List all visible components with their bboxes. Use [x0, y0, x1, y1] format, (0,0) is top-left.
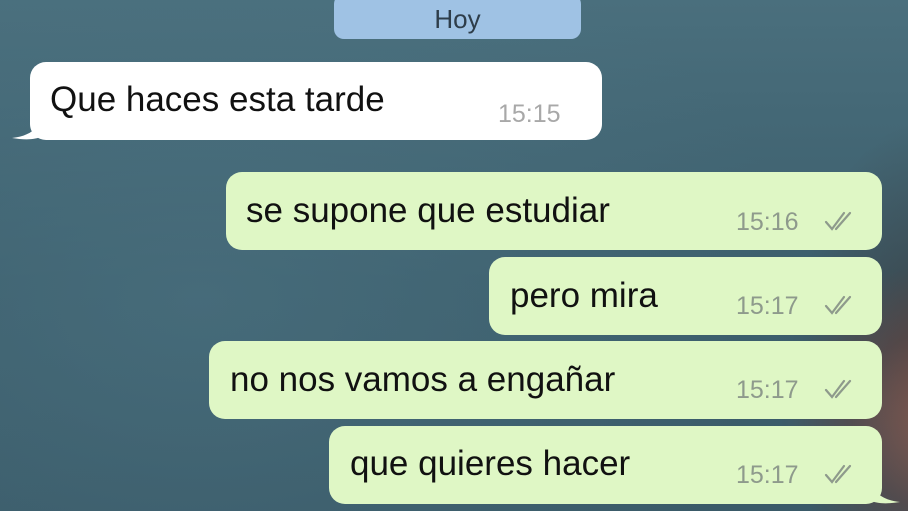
message-time: 15:17 [736, 461, 799, 489]
message-time: 15:16 [736, 208, 799, 236]
message-time: 15:17 [736, 292, 799, 320]
message-text: se supone que estudiar [246, 191, 610, 230]
double-check-icon [824, 379, 852, 399]
message-time: 15:15 [498, 100, 561, 128]
bubble-tail [12, 114, 42, 140]
message-bubble-outgoing[interactable]: pero mira 15:17 [489, 257, 882, 335]
message-bubble-outgoing[interactable]: se supone que estudiar 15:16 [226, 172, 882, 250]
message-bubble-outgoing[interactable]: no nos vamos a engañar 15:17 [209, 341, 882, 419]
double-check-icon [824, 211, 852, 231]
message-bubble-incoming[interactable]: Que haces esta tarde 15:15 [12, 62, 602, 140]
double-check-icon [824, 464, 852, 484]
message-text: Que haces esta tarde [50, 80, 385, 119]
date-separator: Hoy [334, 0, 581, 39]
double-check-icon [824, 295, 852, 315]
message-bubble-outgoing[interactable]: que quieres hacer 15:17 [329, 426, 900, 504]
message-time: 15:17 [736, 376, 799, 404]
message-text: no nos vamos a engañar [230, 360, 616, 399]
bubble-tail [870, 478, 900, 504]
message-text: que quieres hacer [350, 444, 631, 483]
message-text: pero mira [510, 276, 658, 315]
